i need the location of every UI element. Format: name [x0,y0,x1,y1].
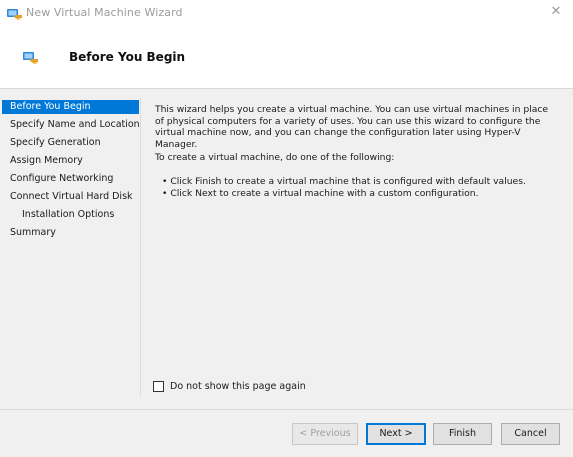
list-item: • Click Next to create a virtual machine… [162,187,479,199]
window-title: New Virtual Machine Wizard [26,6,183,19]
step-assign-memory[interactable]: Assign Memory [2,154,139,168]
dont-show-again-checkbox[interactable] [153,381,164,392]
intro-text: This wizard helps you create a virtual m… [155,104,555,150]
step-summary[interactable]: Summary [2,226,139,240]
cancel-button[interactable]: Cancel [501,423,560,445]
previous-button[interactable]: < Previous [292,423,358,445]
page-title: Before You Begin [69,50,186,64]
step-before-you-begin[interactable]: Before You Begin [2,100,139,114]
wizard-step-list: Before You Begin Specify Name and Locati… [0,98,141,397]
virtual-machine-icon [22,50,40,64]
dont-show-again-label[interactable]: Do not show this page again [170,380,306,393]
list-item: • Click Finish to create a virtual machi… [162,176,526,187]
step-installation-options[interactable]: Installation Options [2,208,139,222]
wizard-header: Before You Begin [0,26,573,88]
close-icon[interactable]: ✕ [547,3,565,21]
step-specify-generation[interactable]: Specify Generation [2,136,139,150]
finish-button[interactable]: Finish [433,423,492,445]
virtual-machine-icon [6,6,24,20]
title-bar: New Virtual Machine Wizard ✕ [0,0,573,26]
step-connect-virtual-hard-disk[interactable]: Connect Virtual Hard Disk [2,190,139,204]
next-button[interactable]: Next > [366,423,426,445]
step-specify-name-and-location[interactable]: Specify Name and Location [2,118,140,132]
footer-divider [0,409,573,410]
intro-paragraph: This wizard helps you create a virtual m… [155,104,549,150]
option-list: • Click Finish to create a virtual machi… [162,176,562,199]
instruction-text: To create a virtual machine, do one of t… [155,152,395,163]
step-configure-networking[interactable]: Configure Networking [2,172,139,186]
wizard-body: Before You Begin Specify Name and Locati… [0,89,573,457]
